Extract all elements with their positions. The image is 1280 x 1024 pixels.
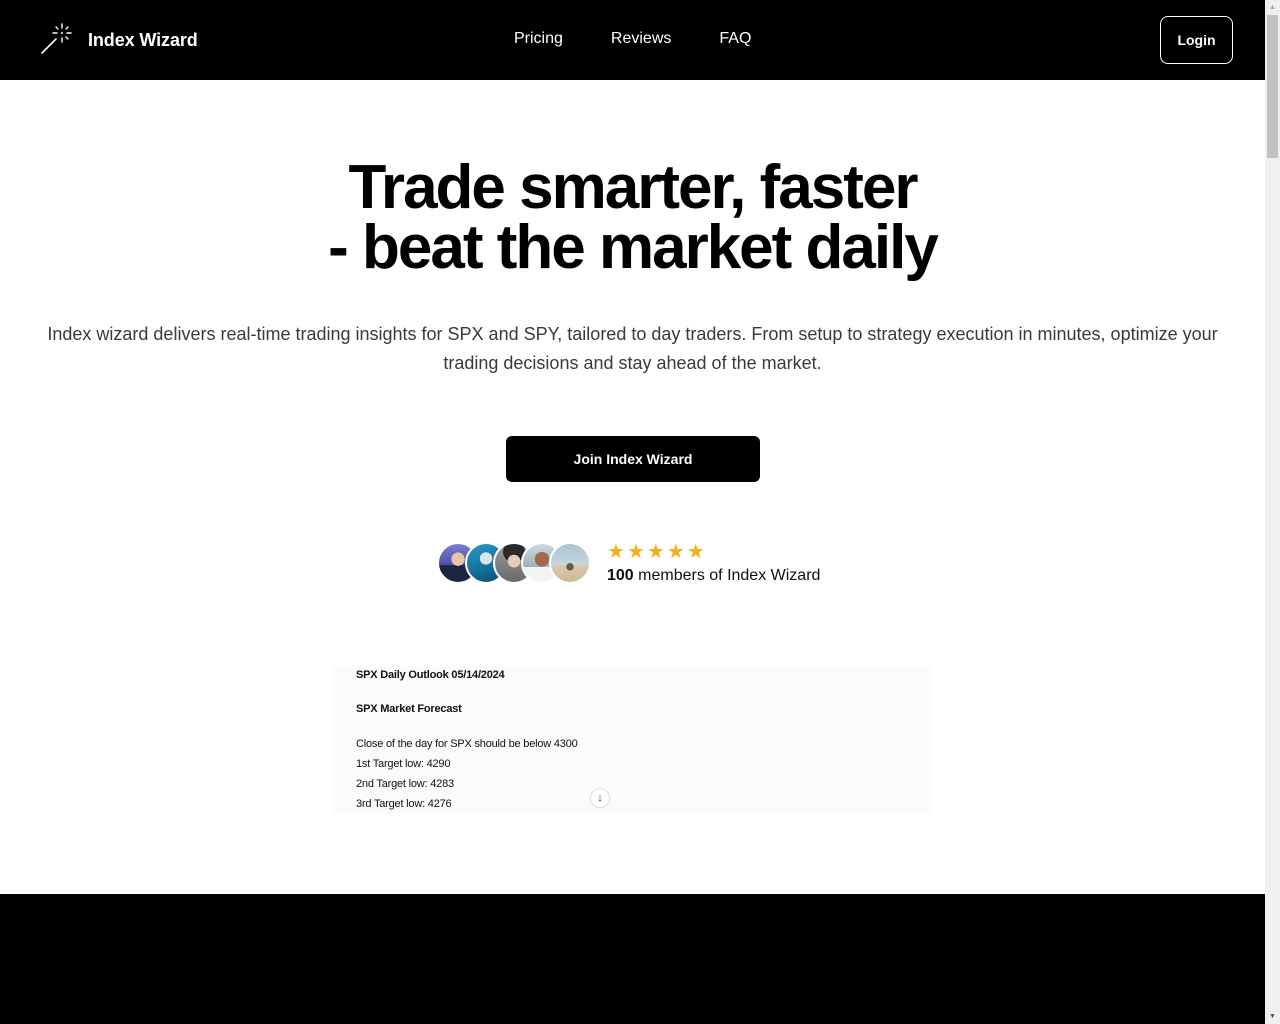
hero-subtext: Index wizard delivers real-time trading …	[47, 324, 1218, 373]
star-icon: ★	[686, 540, 705, 563]
nav-faq[interactable]: FAQ	[719, 30, 751, 48]
rating-stars: ★ ★ ★ ★ ★	[607, 542, 820, 562]
arrow-down-icon: ↓	[597, 792, 603, 804]
outlook-preview: SPX Daily Outlook 05/14/2024 SPX Market …	[333, 666, 933, 814]
scroll-down-arrow-icon[interactable]: ▼	[1265, 1009, 1280, 1024]
headline-line-1: Trade smarter, faster	[348, 153, 918, 222]
preview-line: 1st Target low: 4290	[356, 758, 451, 770]
member-count: 100	[607, 566, 634, 584]
main-nav: Pricing Reviews FAQ	[514, 30, 751, 48]
brand[interactable]: Index Wizard	[40, 22, 198, 58]
proof-text: ★ ★ ★ ★ ★ 100 members of Index Wizard	[607, 542, 820, 585]
hero-headline: Trade smarter, faster - beat the market …	[0, 157, 1265, 279]
landing-page: Index Wizard Pricing Reviews FAQ Login T…	[0, 0, 1265, 1024]
member-count-text: 100 members of Index Wizard	[607, 567, 820, 585]
preview-section-heading: SPX Market Forecast	[356, 703, 462, 715]
site-header: Index Wizard Pricing Reviews FAQ Login	[0, 0, 1265, 80]
preview-title: SPX Daily Outlook 05/14/2024	[356, 669, 505, 681]
scrollbar-thumb[interactable]	[1267, 15, 1278, 158]
preview-line: 3rd Target low: 4276	[356, 798, 452, 810]
scroll-up-arrow-icon[interactable]: ▲	[1265, 0, 1280, 15]
star-icon: ★	[646, 540, 665, 563]
social-proof: ★ ★ ★ ★ ★ 100 members of Index Wizard	[437, 540, 820, 586]
nav-reviews[interactable]: Reviews	[611, 30, 671, 48]
star-icon: ★	[626, 540, 645, 563]
page-scrollbar[interactable]: ▲ ▼	[1265, 0, 1280, 1024]
dark-section	[0, 894, 1265, 1024]
scroll-down-button[interactable]: ↓	[590, 788, 610, 808]
login-button[interactable]: Login	[1160, 16, 1233, 64]
nav-pricing[interactable]: Pricing	[514, 30, 563, 48]
preview-line: 2nd Target low: 4283	[356, 778, 454, 790]
star-icon: ★	[607, 540, 625, 563]
headline-line-2: - beat the market daily	[328, 213, 939, 282]
avatar	[549, 542, 591, 584]
magic-wand-icon	[40, 21, 74, 60]
star-icon: ★	[666, 540, 685, 563]
brand-name: Index Wizard	[88, 29, 198, 50]
join-button[interactable]: Join Index Wizard	[506, 436, 760, 482]
member-suffix: members of Index Wizard	[633, 566, 821, 584]
preview-line: Close of the day for SPX should be below…	[356, 738, 578, 750]
member-avatars	[437, 542, 591, 584]
